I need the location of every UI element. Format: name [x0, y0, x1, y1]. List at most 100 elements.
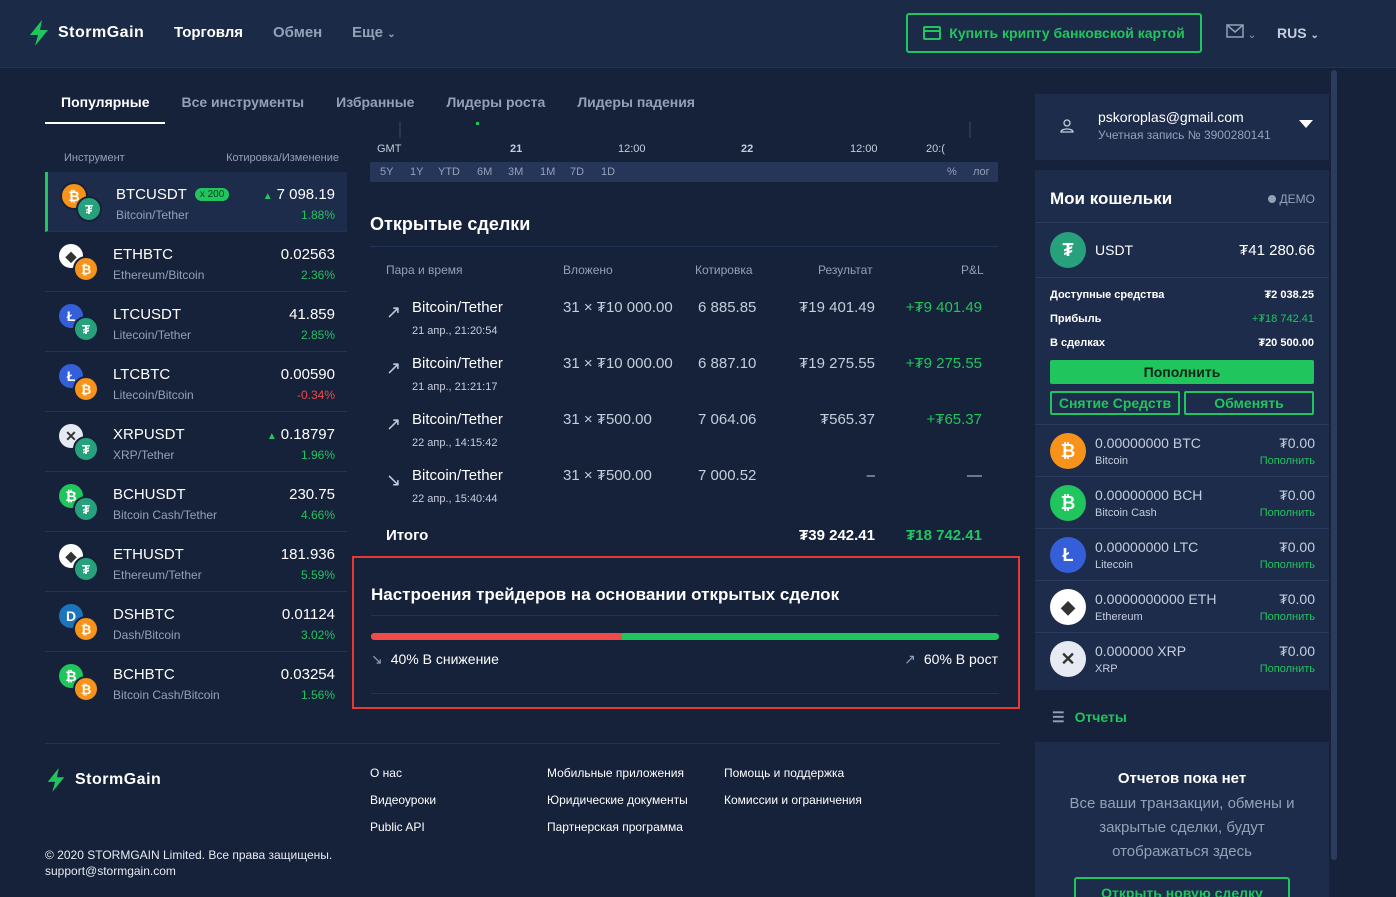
nav-exchange[interactable]: Обмен — [273, 24, 322, 41]
instrument-row[interactable]: ₿ ₮ BTCUSDT x 200 Bitcoin/Tether ▲ 7 098.1… — [45, 172, 347, 232]
main-balance: ₮41 280.66 — [1239, 242, 1315, 259]
deal-row[interactable]: ↘ Bitcoin/Tether 22 апр., 15:40:44 31 × … — [370, 460, 998, 516]
nav-trading[interactable]: Торговля — [174, 24, 243, 41]
wallet-row-eth[interactable]: ◆ 0.0000000000 ETH Ethereum ₮0.00 Пополн… — [1035, 580, 1329, 632]
wallet-row-xrp[interactable]: ✕ 0.000000 XRP XRP ₮0.00 Пополнить — [1035, 632, 1329, 684]
wallet-row-bch[interactable]: ₿ 0.00000000 BCH Bitcoin Cash ₮0.00 Попо… — [1035, 476, 1329, 528]
nav-more[interactable]: Еще ⌄ — [352, 24, 396, 41]
axis-label: 21 — [510, 143, 523, 155]
sentiment-up: ↗ 60% В рост — [904, 651, 998, 668]
log-toggle[interactable]: лог — [973, 166, 990, 178]
instrument-symbol: BTCUSDT x 200 — [116, 186, 230, 203]
axis-label: 12:00 — [618, 143, 646, 155]
in-deals: В сделках ₮20 500.00 — [1050, 337, 1314, 349]
scrollbar[interactable] — [1331, 70, 1337, 860]
coin-name: Bitcoin — [1095, 455, 1129, 467]
range-1m[interactable]: 1M — [540, 166, 555, 178]
footer-link-about[interactable]: О нас — [370, 766, 402, 780]
range-7d[interactable]: 7D — [570, 166, 584, 178]
instrument-price: 181.936 — [280, 546, 335, 563]
range-3m[interactable]: 3M — [508, 166, 523, 178]
instrument-change: 3.02% — [300, 628, 335, 642]
wallet-row-ltc[interactable]: Ł 0.00000000 LTC Litecoin ₮0.00 Пополнит… — [1035, 528, 1329, 580]
deal-row[interactable]: ↗ Bitcoin/Tether 21 апр., 21:21:17 31 × … — [370, 348, 998, 404]
coin-deposit-link[interactable]: Пополнить — [1260, 611, 1315, 623]
coin-value: ₮0.00 — [1279, 487, 1315, 503]
open-new-deal-button[interactable]: Открыть новую сделку — [1074, 877, 1290, 897]
range-ytd[interactable]: YTD — [438, 166, 460, 178]
profit: Прибыль +₮18 742.41 — [1050, 313, 1314, 325]
deal-row[interactable]: ↗ Bitcoin/Tether 22 апр., 14:15:42 31 × … — [370, 404, 998, 460]
instrument-name: Ethereum/Bitcoin — [113, 268, 205, 282]
nav-more-label: Еще — [352, 24, 384, 41]
deal-result: – — [866, 467, 875, 484]
logo[interactable]: StormGain — [28, 20, 144, 46]
account-selector[interactable]: pskoroplas@gmail.com Учетная запись № 39… — [1035, 94, 1329, 160]
mail-menu[interactable]: ⌄ — [1226, 24, 1256, 41]
tether-icon: ₮ — [73, 556, 99, 582]
coin-deposit-link[interactable]: Пополнить — [1260, 507, 1315, 519]
tether-icon: ₮ — [73, 496, 99, 522]
reports-link[interactable]: ☰ Отчеты — [1052, 709, 1127, 726]
exchange-button[interactable]: Обменять — [1184, 391, 1314, 415]
footer-link-videos[interactable]: Видеоуроки — [370, 793, 436, 807]
sentiment-down-label: 40% В снижение — [390, 651, 499, 667]
coin-value: ₮0.00 — [1279, 643, 1315, 659]
instrument-row[interactable]: D ₿ DSHBTC Dash/Bitcoin 0.01124 3.02% — [45, 592, 347, 652]
footer-link-legal[interactable]: Юридические документы — [547, 793, 688, 807]
deal-time: 22 апр., 14:15:42 — [412, 437, 498, 449]
axis-label: 12:00 — [850, 143, 878, 155]
list-icon: ☰ — [1052, 709, 1065, 725]
tab-popular[interactable]: Популярные — [45, 82, 166, 124]
instrument-row[interactable]: ✕ ₮ XRPUSDT XRP/Tether ▲ 0.18797 1.96% — [45, 412, 347, 472]
range-1y[interactable]: 1Y — [410, 166, 423, 178]
profit-label: Прибыль — [1050, 313, 1102, 325]
instrument-row[interactable]: ₿ ₮ BCHUSDT Bitcoin Cash/Tether 230.75 4… — [45, 472, 347, 532]
bitcoin-icon: ₿ — [73, 256, 99, 282]
axis-label: 20:( — [926, 143, 945, 155]
percent-toggle[interactable]: % — [947, 166, 957, 178]
deal-pair: Bitcoin/Tether — [412, 299, 503, 316]
buy-crypto-button[interactable]: Купить крипту банковской картой — [906, 13, 1202, 53]
deal-row[interactable]: ↗ Bitcoin/Tether 21 апр., 21:20:54 31 × … — [370, 292, 998, 348]
chevron-down-icon: ⌄ — [1247, 30, 1257, 41]
footer-link-api[interactable]: Public API — [370, 820, 425, 834]
deal-time: 21 апр., 21:20:54 — [412, 325, 498, 337]
total-label: Итого — [386, 527, 429, 544]
wallet-row-btc[interactable]: ₿ 0.00000000 BTC Bitcoin ₮0.00 Пополнить — [1035, 424, 1329, 476]
instrument-row[interactable]: Ł ₿ LTCBTC Litecoin/Bitcoin 0.00590 -0.3… — [45, 352, 347, 412]
footer-logo[interactable]: StormGain — [45, 768, 161, 792]
instrument-row[interactable]: ₿ ₿ BCHBTC Bitcoin Cash/Bitcoin 0.03254 … — [45, 652, 347, 712]
top-header: StormGain Торговля Обмен Еще ⌄ Купить кр… — [0, 0, 1396, 68]
trader-sentiment-panel: Настроения трейдеров на основании открыт… — [352, 556, 1020, 709]
instrument-price: ▲ 7 098.19 — [263, 186, 335, 203]
range-1d[interactable]: 1D — [601, 166, 615, 178]
axis-label: 22 — [741, 143, 754, 155]
tab-all-instruments[interactable]: Все инструменты — [165, 82, 320, 124]
deposit-button[interactable]: Пополнить — [1050, 360, 1314, 384]
available-label: Доступные средства — [1050, 289, 1165, 301]
price-chart[interactable]: GMT 21 12:00 22 12:00 20:( 5Y 1Y YTD 6M … — [370, 118, 998, 182]
chevron-down-icon: ⌄ — [387, 29, 396, 40]
divider — [45, 743, 1000, 744]
footer-link-mobile[interactable]: Мобильные приложения — [547, 766, 684, 780]
coin-deposit-link[interactable]: Пополнить — [1260, 559, 1315, 571]
support-email[interactable]: support@stormgain.com — [45, 863, 332, 879]
footer-link-fees[interactable]: Комиссии и ограничения — [724, 793, 862, 807]
instrument-row[interactable]: ◆ ₿ ETHBTC Ethereum/Bitcoin 0.02563 2.36… — [45, 232, 347, 292]
footer-link-help[interactable]: Помощь и поддержка — [724, 766, 844, 780]
bitcoin-icon: ₿ — [73, 376, 99, 402]
coin-deposit-link[interactable]: Пополнить — [1260, 455, 1315, 467]
coin-deposit-link[interactable]: Пополнить — [1260, 663, 1315, 675]
range-6m[interactable]: 6M — [477, 166, 492, 178]
available-value: ₮2 038.25 — [1264, 289, 1314, 301]
deal-pnl: +₮9 275.55 — [905, 355, 982, 372]
range-5y[interactable]: 5Y — [380, 166, 393, 178]
footer-link-partners[interactable]: Партнерская программа — [547, 820, 683, 834]
wallets-panel: Мои кошельки ДЕМО ₮ USDT ₮41 280.66 Дост… — [1035, 170, 1329, 690]
withdraw-button[interactable]: Снятие Средств — [1050, 391, 1180, 415]
instrument-row[interactable]: Ł ₮ LTCUSDT Litecoin/Tether 41.859 2.85% — [45, 292, 347, 352]
tether-icon: ₮ — [73, 316, 99, 342]
instrument-row[interactable]: ◆ ₮ ETHUSDT Ethereum/Tether 181.936 5.59… — [45, 532, 347, 592]
language-selector[interactable]: RUS ⌄ — [1277, 25, 1319, 41]
